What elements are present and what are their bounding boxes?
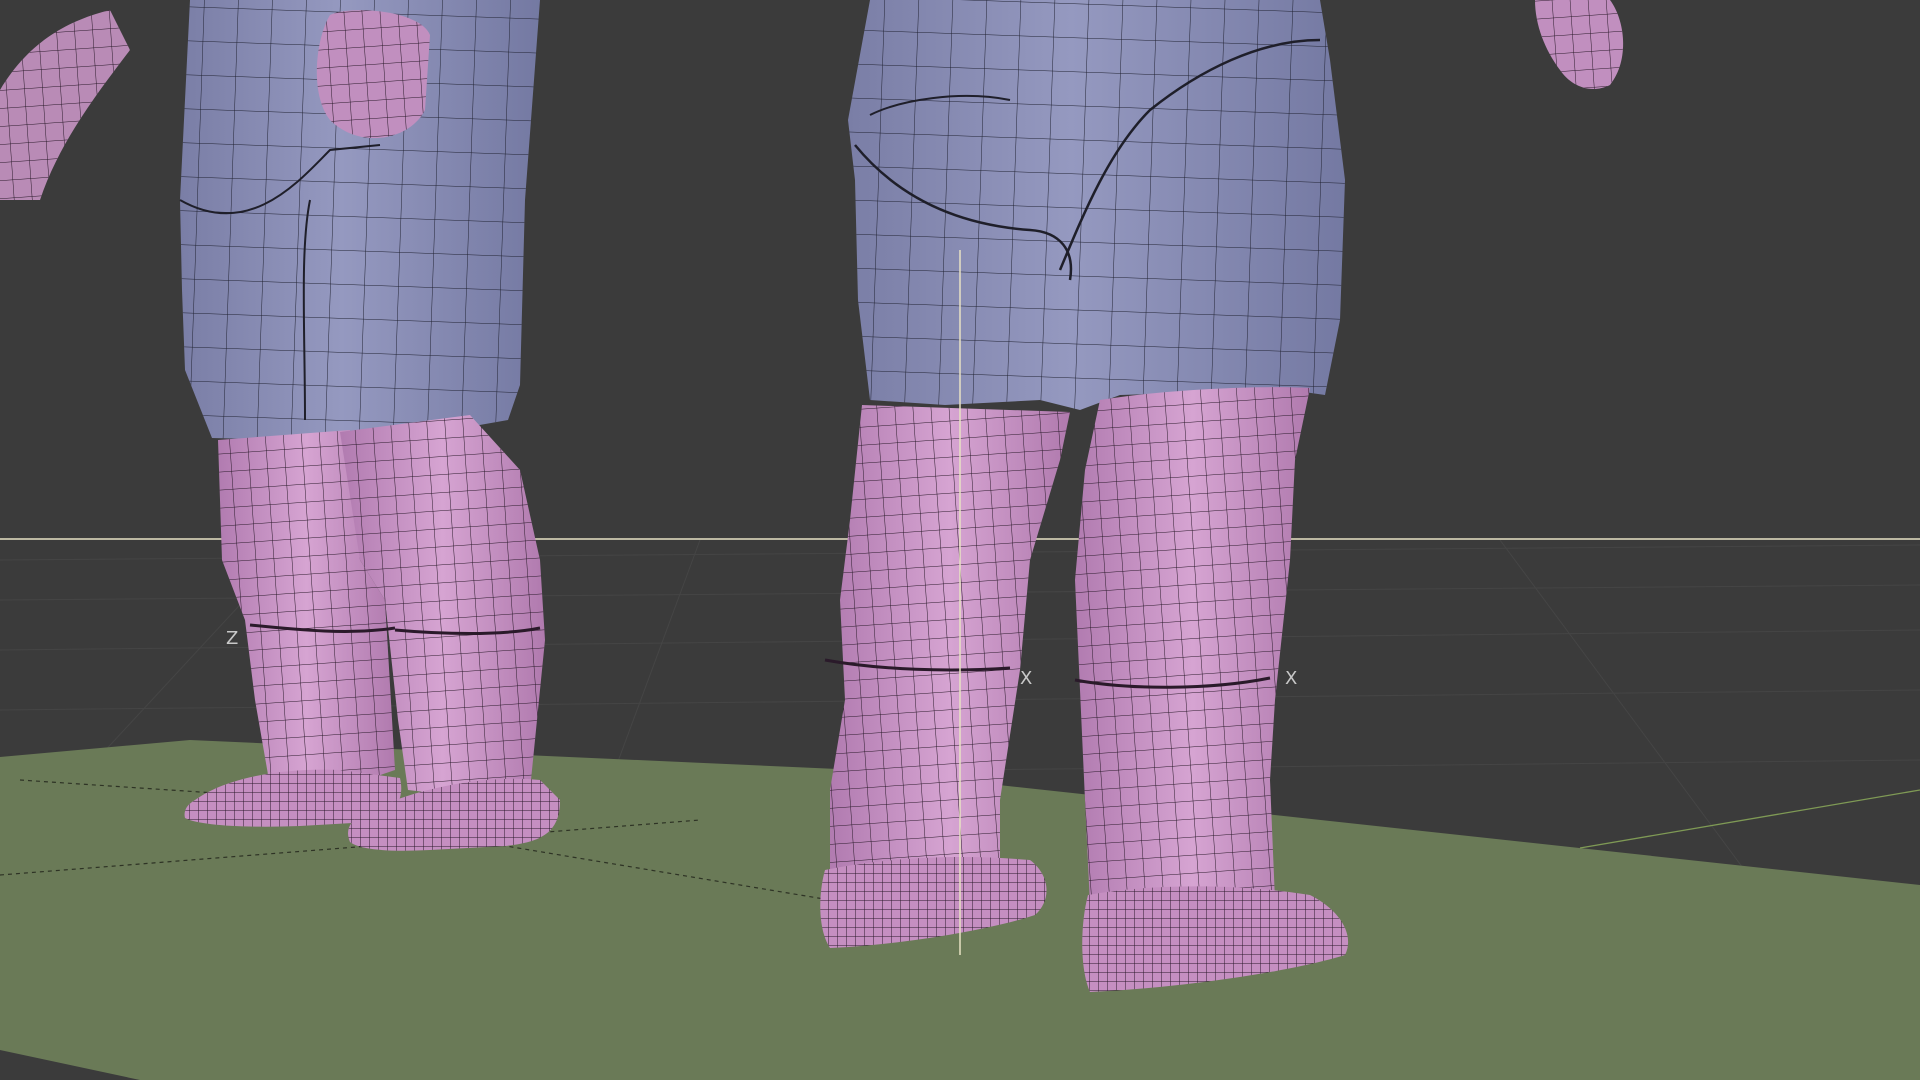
axis-label-x-secondary: X: [1285, 668, 1298, 689]
viewport-canvas[interactable]: [0, 0, 1920, 1080]
3d-viewport[interactable]: Z X X: [0, 0, 1920, 1080]
axis-label-z: Z: [226, 628, 239, 649]
axis-label-x: X: [1020, 668, 1033, 689]
